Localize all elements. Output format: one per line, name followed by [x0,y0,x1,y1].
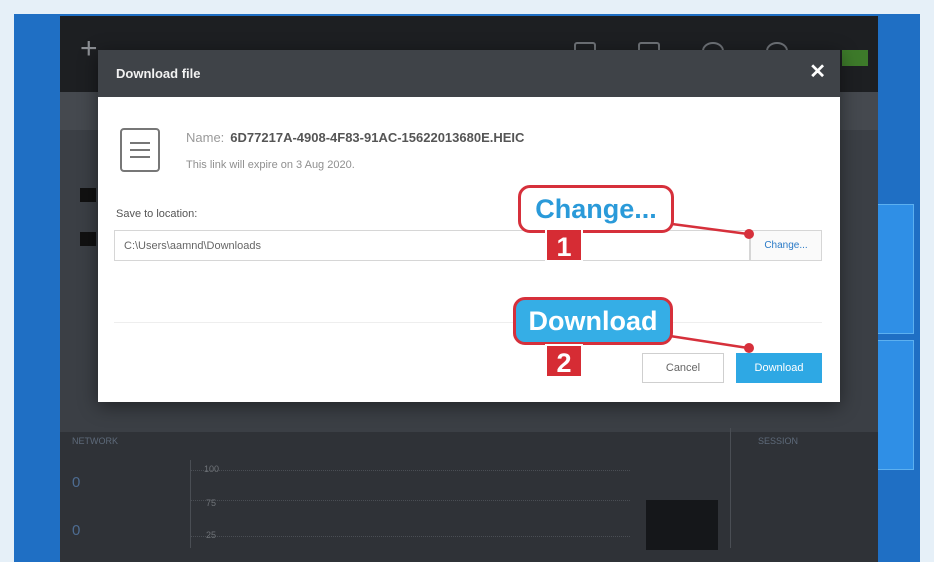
folder-row-icon[interactable] [80,188,96,202]
chart-tick-label: 100 [204,464,220,474]
divider [730,428,731,548]
download-speed-value: 0 [72,522,81,539]
add-icon[interactable]: + [80,34,98,64]
step-1-badge: 1 [545,228,583,262]
step-2-badge: 2 [545,344,583,378]
session-label: SESSION [758,436,799,446]
change-location-button[interactable]: Change... [750,230,822,261]
link-expiry-note: This link will expire on 3 Aug 2020. [186,159,355,171]
save-location-label: Save to location: [116,208,198,220]
change-callout: Change... [518,185,674,233]
dialog-title: Download file [116,66,201,81]
folder-row-icon[interactable] [80,232,96,246]
network-chart [190,460,630,548]
download-button[interactable]: Download [736,353,822,383]
divider [114,322,822,323]
file-name-row: Name: 6D77217A-4908-4F83-91AC-15622013680… [186,130,524,145]
file-name-value: 6D77217A-4908-4F83-91AC-15622013680E.HEI… [230,130,525,145]
download-file-dialog: Download file ✕ Name: 6D77217A-4908-4F83-… [98,50,840,402]
download-callout: Download [513,297,673,345]
cancel-button[interactable]: Cancel [642,353,724,383]
file-name-label: Name: [186,130,225,145]
save-location-input[interactable] [114,230,750,261]
status-indicator [842,50,868,66]
document-icon [120,128,160,172]
network-label: NETWORK [72,436,118,446]
dialog-header: Download file ✕ [98,50,840,97]
chart-tick-label: 25 [206,530,217,540]
chart-tick-label: 75 [206,498,217,508]
chart-tooltip [646,500,718,550]
close-icon[interactable]: ✕ [809,61,826,83]
upload-speed-value: 0 [72,474,81,491]
